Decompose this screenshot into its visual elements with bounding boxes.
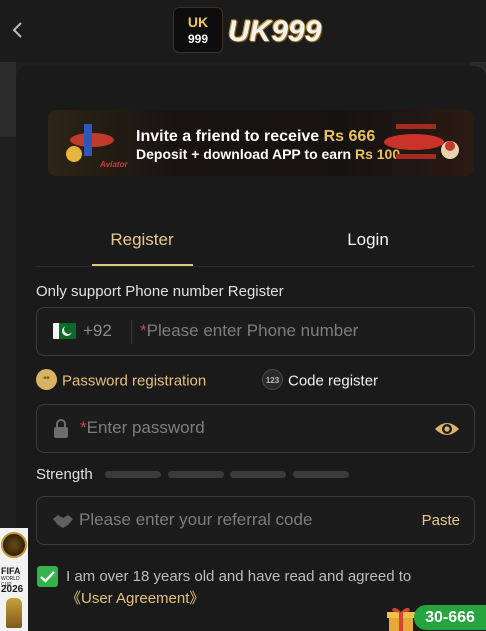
password-placeholder[interactable]: *Enter password	[80, 418, 205, 438]
logo-badge-top: UK	[187, 14, 209, 30]
password-field[interactable]: *Enter password	[36, 404, 475, 453]
top-bar: UK 999 UK999	[0, 0, 486, 62]
referral-placeholder[interactable]: Please enter your referral code	[79, 510, 312, 530]
password-placeholder-text: Enter password	[86, 418, 205, 437]
banner-line-2-text: Deposit + download APP to earn	[136, 146, 355, 162]
password-method-label: Password registration	[62, 372, 207, 390]
coin-icon	[1, 532, 27, 558]
user-agreement-link[interactable]: 《User Agreement》	[66, 587, 204, 608]
password-registration-option[interactable]: ** Password registration	[36, 369, 207, 392]
promo-code-pill[interactable]: 30-666	[414, 605, 486, 630]
trophy-icon	[6, 598, 22, 628]
code-register-option[interactable]: 123 Code register	[262, 369, 379, 392]
backdrop-left	[0, 62, 16, 137]
tab-register[interactable]: Register	[92, 230, 192, 250]
agreement-checkbox[interactable]	[37, 566, 58, 587]
aviator-label: Aviator	[100, 160, 128, 169]
checkmark-icon	[40, 571, 55, 583]
password-method-icon: **	[36, 369, 57, 390]
field-divider	[131, 320, 132, 344]
required-mark: *	[140, 321, 147, 340]
world-cup-badge[interactable]: FIFA WORLD CUP 2026	[0, 528, 28, 631]
phone-placeholder[interactable]: *Please enter Phone number	[140, 321, 358, 341]
strength-bar	[293, 471, 349, 478]
support-note: Only support Phone number Register	[36, 283, 284, 300]
handshake-icon	[53, 515, 73, 528]
logo-wordmark: UK999	[228, 15, 322, 48]
back-arrow-icon[interactable]	[10, 18, 26, 42]
phone-placeholder-text: Please enter Phone number	[146, 321, 359, 340]
strength-bar	[168, 471, 224, 478]
strength-label: Strength	[36, 466, 93, 483]
lock-icon	[54, 419, 68, 438]
phone-field[interactable]: +92 *Please enter Phone number	[36, 307, 475, 356]
strength-bar	[230, 471, 286, 478]
code-method-icon: 123	[262, 369, 283, 390]
badge-fifa: FIFA	[1, 566, 21, 576]
plane-icon	[66, 124, 114, 162]
banner-line-2: Deposit + download APP to earn Rs 100	[136, 146, 400, 162]
gift-icon[interactable]	[386, 606, 416, 631]
logo-badge-bottom: 999	[187, 32, 209, 46]
paste-button[interactable]: Paste	[422, 512, 460, 529]
code-method-label: Code register	[288, 372, 379, 390]
referral-field[interactable]: Please enter your referral code Paste	[36, 496, 475, 545]
banner-line-1: Invite a friend to receive Rs 666	[136, 128, 375, 146]
badge-year: 2026	[1, 584, 24, 595]
tab-login[interactable]: Login	[318, 230, 418, 250]
banner-line-1-text: Invite a friend to receive	[136, 128, 324, 145]
tab-divider	[36, 266, 474, 267]
promo-banner[interactable]: Aviator Invite a friend to receive Rs 66…	[48, 110, 474, 176]
required-mark: *	[80, 418, 87, 437]
biplane-icon	[384, 124, 459, 159]
logo-badge: UK 999	[173, 7, 223, 53]
pakistan-flag-icon[interactable]	[53, 323, 76, 339]
eye-icon[interactable]	[434, 419, 460, 439]
agreement-text: I am over 18 years old and have read and…	[66, 568, 412, 585]
country-code[interactable]: +92	[83, 321, 112, 341]
strength-bar	[105, 471, 161, 478]
